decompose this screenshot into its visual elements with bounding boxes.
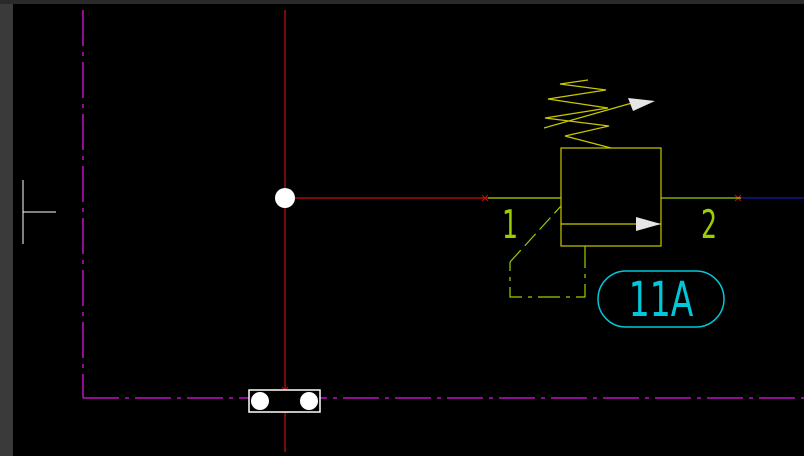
component-tag-label: 11A [629, 272, 694, 328]
valve-body[interactable] [560, 147, 662, 247]
port-out-label: 2 [701, 201, 717, 248]
port-in-label: 1 [502, 201, 518, 248]
boundary-line [82, 10, 804, 399]
top-edge-bar [0, 0, 804, 4]
connector-icon[interactable] [248, 389, 321, 413]
spring-icon [544, 79, 612, 149]
cad-canvas[interactable]: 1 2 11A [0, 0, 804, 456]
component-tag[interactable]: 11A [597, 270, 725, 328]
flow-arrow-icon [636, 217, 661, 231]
left-edge-bar [0, 0, 13, 456]
pilot-line [509, 205, 586, 298]
ucs-marker-icon [22, 180, 56, 244]
adjustable-arrow-icon [543, 98, 655, 129]
junction-dot-icon[interactable] [275, 188, 295, 208]
drawing-frame: 1 2 11A [0, 0, 804, 456]
red-pipe[interactable] [284, 10, 561, 452]
